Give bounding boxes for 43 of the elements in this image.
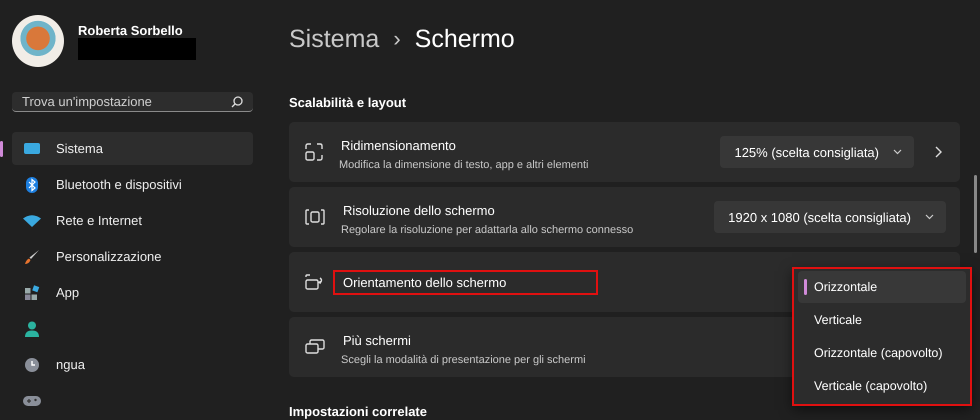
setting-title: Orientamento dello schermo	[333, 270, 598, 294]
caret-icon	[925, 214, 934, 220]
search-field[interactable]: Trova un'impostazione	[12, 92, 253, 112]
setting-title: Risoluzione dello schermo	[342, 202, 496, 220]
section-heading: Scalabilità e layout	[289, 95, 408, 112]
caret-icon	[893, 149, 902, 155]
user-name: Roberta Sorbello	[78, 22, 184, 38]
scrollbar-thumb[interactable]	[974, 175, 977, 253]
brush-icon	[24, 248, 40, 264]
clock-icon	[24, 356, 40, 372]
chevron-right-icon[interactable]	[934, 146, 942, 158]
settings-card[interactable]: Risoluzione dello schermo Regolare la risoluzione per adattarla allo schermo connesso 1920 x 1080 (scelta consigliata)	[289, 187, 960, 247]
dropdown[interactable]: 1920 x 1080 (scelta consigliata)	[714, 201, 946, 233]
scaling-icon	[305, 143, 323, 161]
search-icon	[231, 96, 243, 108]
multiple-displays-icon	[305, 339, 325, 355]
sidebar-item[interactable]: Rete e Internet	[12, 204, 253, 237]
person-icon	[25, 320, 39, 336]
dropdown[interactable]: 125% (scelta consigliata)	[720, 136, 914, 168]
setting-title: Più schermi	[342, 332, 412, 350]
resolution-icon	[305, 209, 325, 225]
setting-description: Regolare la risoluzione per adattarla allo schermo connesso	[341, 224, 634, 236]
bluetooth-icon	[26, 176, 38, 192]
page-title: Schermo	[414, 24, 515, 54]
sidebar-item[interactable]: App	[12, 276, 253, 309]
selection-indicator	[0, 140, 3, 156]
avatar-photo-placeholder	[12, 15, 64, 67]
setting-description: Modifica la dimensione di testo, app e altri elementi	[339, 158, 588, 170]
wifi-icon	[23, 214, 41, 226]
rotate-screen-icon	[305, 274, 325, 290]
sidebar-item[interactable]: ngua	[12, 348, 253, 381]
menu-option[interactable]: Orizzontale	[798, 271, 966, 303]
breadcrumb-separator: ›	[393, 26, 401, 52]
settings-card[interactable]: Ridimensionamento Modifica la dimensione di testo, app e altri elementi 125% (scelta consigliata)	[289, 122, 960, 182]
setting-description: Scegli la modalità di presentazione per gli schermi	[341, 354, 586, 366]
sidebar-item[interactable]: Bluetooth e dispositivi	[12, 168, 253, 201]
breadcrumb-parent[interactable]: Sistema	[289, 24, 380, 54]
sidebar-item[interactable]: Personalizzazione	[12, 240, 253, 273]
apps-icon	[24, 284, 40, 300]
setting-title: Ridimensionamento	[340, 136, 457, 154]
monitor-icon	[23, 142, 41, 156]
gamepad-icon	[23, 394, 41, 406]
section-heading: Impostazioni correlate	[289, 404, 427, 419]
